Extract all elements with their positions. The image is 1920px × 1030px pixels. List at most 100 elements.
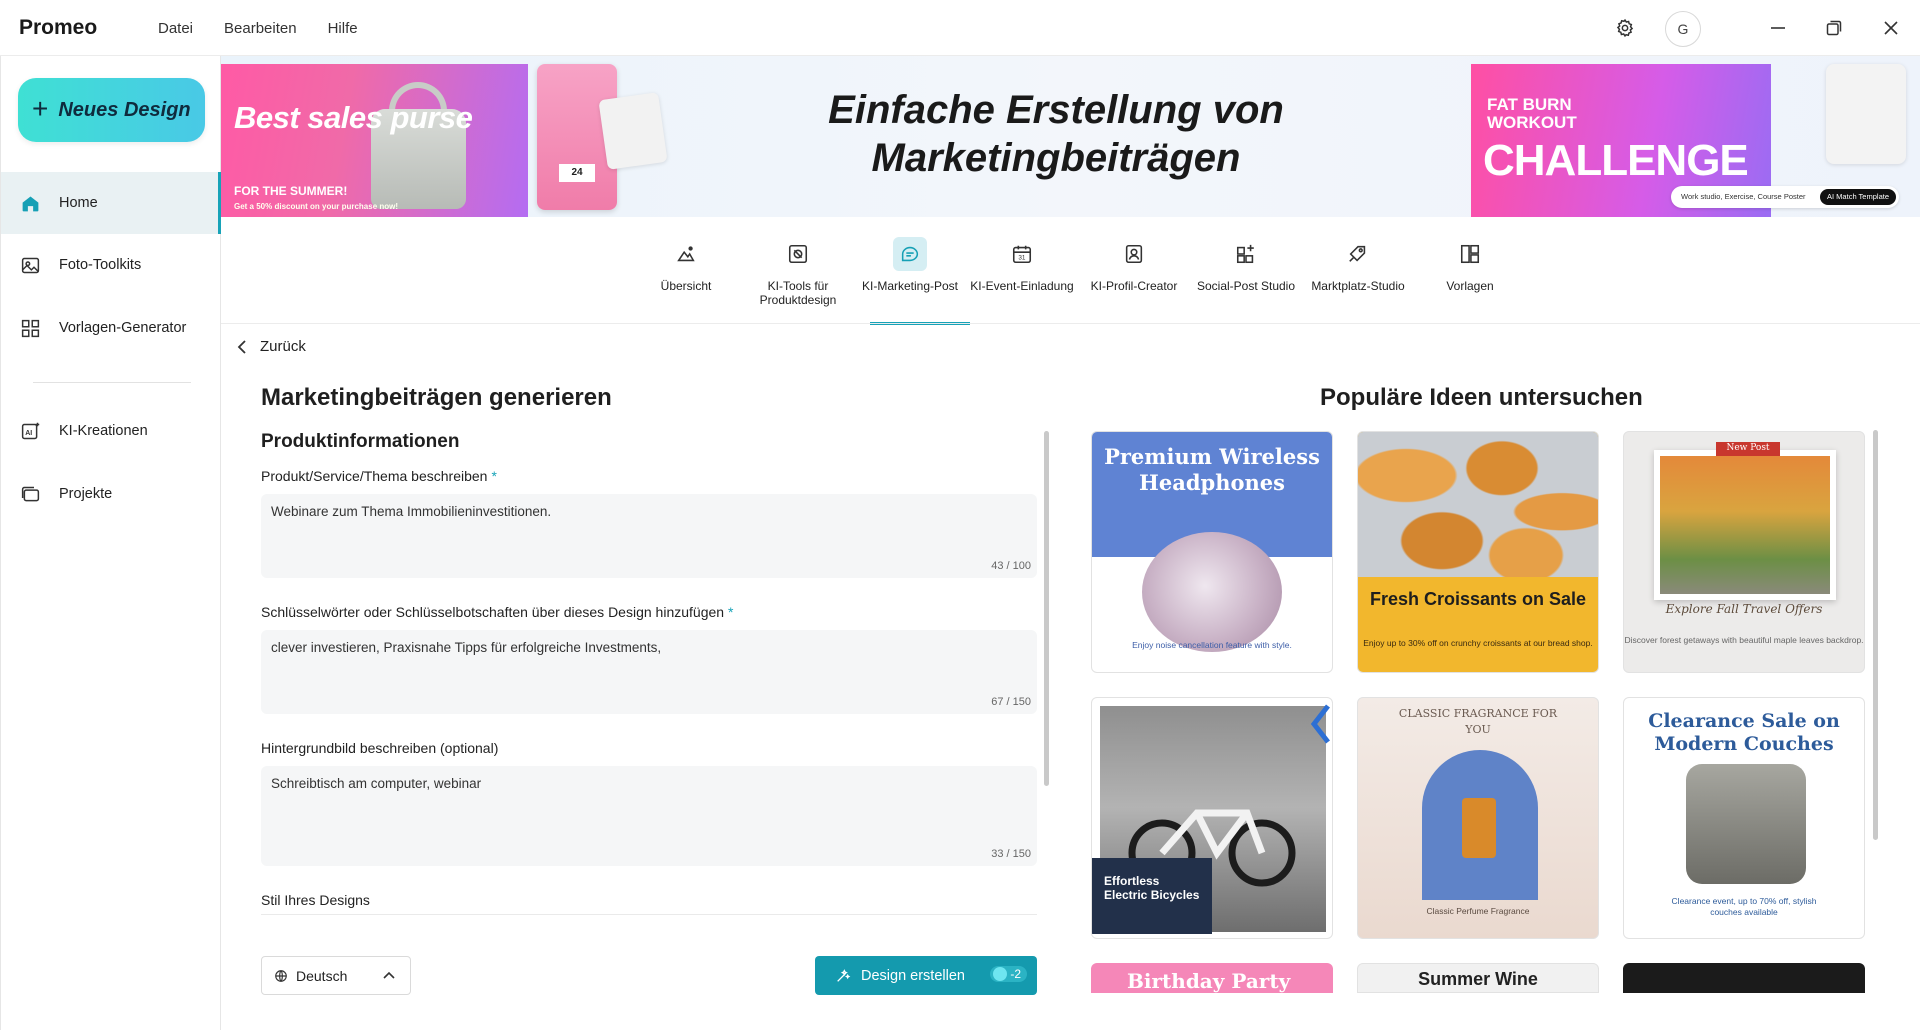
menu-datei[interactable]: Datei	[158, 20, 193, 37]
banner-title-line2: Marketingbeiträgen	[871, 136, 1241, 180]
card-title: Explore Fall Travel Offers	[1665, 602, 1823, 616]
svg-text:31: 31	[1018, 255, 1026, 262]
minimize-icon[interactable]	[1764, 14, 1792, 42]
sidebar-item-label: Projekte	[59, 486, 113, 502]
card-caption: Enjoy up to 30% off on crunchy croissant…	[1363, 638, 1593, 648]
tab-label: Vorlagen	[1446, 279, 1494, 293]
workout-line1: FAT BURN	[1487, 95, 1572, 114]
card-title: Summer Wine	[1418, 969, 1538, 989]
promo-purse-image: Best sales purse FOR THE SUMMER! Get a 5…	[221, 64, 528, 217]
card-caption: Classic Perfume Fragrance	[1426, 906, 1530, 916]
language-select[interactable]: Deutsch	[261, 956, 411, 995]
popular-ideas-title: Populäre Ideen untersuchen	[1320, 384, 1643, 411]
field-label-keywords: Schlüsselwörter oder Schlüsselbotschafte…	[261, 604, 734, 620]
magic-wand-icon	[837, 968, 851, 982]
required-marker: *	[728, 604, 734, 620]
card-title: Effortless Electric Bicycles	[1104, 874, 1200, 902]
field-value: clever investieren, Praxisnahe Tipps für…	[271, 640, 662, 655]
tab-label: KI-Event-Einladung	[970, 279, 1074, 293]
form-title: Marketingbeiträgen generieren	[261, 384, 612, 411]
field-value: Schreibtisch am computer, webinar	[271, 776, 482, 791]
menu-hilfe[interactable]: Hilfe	[328, 20, 358, 37]
menu-bearbeiten[interactable]: Bearbeiten	[224, 20, 297, 37]
banner-title-line1: Einfache Erstellung von	[828, 88, 1284, 132]
workout-thumbnail	[1826, 64, 1906, 164]
back-label: Zurück	[260, 338, 306, 355]
ai-match-pill[interactable]: Work studio, Exercise, Course Poster AI …	[1671, 186, 1899, 208]
background-description-input[interactable]: Schreibtisch am computer, webinar 33 / 1…	[261, 766, 1037, 866]
product-design-icon	[781, 237, 815, 271]
workout-headline: CHALLENGE	[1483, 136, 1749, 185]
folder-icon	[21, 486, 40, 501]
tab-label: Social-Post Studio	[1196, 279, 1296, 293]
ai-match-button[interactable]: AI Match Template	[1820, 189, 1896, 205]
restore-window-icon[interactable]	[1820, 14, 1848, 42]
keywords-input[interactable]: clever investieren, Praxisnahe Tipps für…	[261, 630, 1037, 714]
sidebar-item-home[interactable]: Home	[1, 172, 221, 234]
idea-card-bicycles[interactable]: Effortless Electric Bicycles	[1091, 697, 1333, 939]
idea-card-dark[interactable]	[1623, 963, 1865, 993]
new-post-tag-text: New Post	[1726, 443, 1770, 453]
idea-card-fragrance[interactable]: CLASSIC FRAGRANCE FOR YOU Classic Perfum…	[1357, 697, 1599, 939]
tab-marktplatz-studio[interactable]: Marktplatz-Studio	[1302, 235, 1414, 325]
close-icon[interactable]	[1877, 14, 1905, 42]
create-design-button[interactable]: Design erstellen -2	[815, 956, 1037, 995]
ai-match-tags: Work studio, Exercise, Course Poster	[1681, 192, 1806, 201]
promo-mini-card	[598, 92, 668, 170]
field-label-text: Produkt/Service/Thema beschreiben	[261, 468, 488, 484]
idea-card-couches[interactable]: Clearance Sale on Modern Couches Clearan…	[1623, 697, 1865, 939]
new-design-button[interactable]: + Neues Design	[18, 78, 205, 142]
tab-label: KI-Profil-Creator	[1090, 279, 1178, 293]
grid-icon	[21, 319, 40, 337]
workout-line2: WORKOUT	[1487, 113, 1577, 132]
idea-card-headphones[interactable]: Premium Wireless Headphones Enjoy noise …	[1091, 431, 1333, 673]
tab-label: KI-Tools für Produktdesign	[759, 279, 837, 307]
sidebar-divider	[33, 382, 191, 383]
svg-text:AI: AI	[25, 430, 32, 437]
field-label-product: Produkt/Service/Thema beschreiben *	[261, 468, 497, 484]
sidebar-item-projekte[interactable]: Projekte	[1, 463, 221, 525]
social-post-icon	[1229, 237, 1263, 271]
globe-icon	[275, 969, 287, 982]
sidebar-item-label: KI-Kreationen	[59, 423, 148, 439]
title-bar: Promeo Datei Bearbeiten Hilfe G	[0, 0, 1920, 56]
sidebar-item-foto-toolkits[interactable]: Foto-Toolkits	[1, 234, 221, 296]
chevron-accent-icon	[1310, 704, 1330, 744]
card-caption: Discover forest getaways with beautiful …	[1624, 635, 1864, 645]
sidebar-item-label: Vorlagen-Generator	[59, 320, 187, 336]
tab-ki-profil-creator[interactable]: KI-Profil-Creator	[1078, 235, 1190, 325]
sidebar-item-ki-kreationen[interactable]: AI KI-Kreationen	[1, 400, 221, 462]
product-description-input[interactable]: Webinare zum Thema Immobilieninvestition…	[261, 494, 1037, 578]
form-scrollbar[interactable]	[1044, 431, 1049, 786]
sidebar-item-vorlagen-generator[interactable]: Vorlagen-Generator	[1, 297, 221, 359]
tab-vorlagen[interactable]: Vorlagen	[1414, 235, 1526, 325]
sidebar: + Neues Design Home Foto-Toolkits Vorlag…	[0, 56, 221, 1030]
templates-icon	[1453, 237, 1487, 271]
card-title: Fresh Croissants on Sale	[1369, 589, 1587, 609]
workout-subline: FAT BURN WORKOUT	[1487, 96, 1577, 132]
card-caption: Enjoy noise cancellation feature with st…	[1132, 640, 1292, 650]
user-avatar[interactable]: G	[1665, 11, 1701, 47]
ideas-scrollbar[interactable]	[1873, 430, 1878, 840]
idea-card-croissants[interactable]: Fresh Croissants on Sale Enjoy up to 30%…	[1357, 431, 1599, 673]
card-caption: Clearance event, up to 70% off, stylish …	[1671, 896, 1817, 917]
tab-uebersicht[interactable]: Übersicht	[630, 235, 742, 325]
credit-cost-badge: -2	[990, 966, 1027, 982]
promo-note: Get a 50% discount on your purchase now!	[234, 202, 399, 211]
tab-label: Übersicht	[660, 279, 712, 293]
marketing-post-icon	[893, 237, 927, 271]
tab-ki-tools-produktdesign[interactable]: KI-Tools für Produktdesign	[742, 235, 854, 325]
settings-gear-icon[interactable]	[1611, 14, 1639, 42]
promo-card-date: 24	[559, 164, 595, 182]
cards-bottom-mask	[1085, 993, 1875, 1030]
tab-social-post-studio[interactable]: Social-Post Studio	[1190, 235, 1302, 325]
back-link[interactable]: Zurück	[236, 338, 306, 355]
card-title: Clearance Sale on Modern Couches	[1648, 710, 1840, 755]
section-title: Produktinformationen	[261, 431, 460, 452]
tab-ki-marketing-post[interactable]: KI-Marketing-Post	[854, 235, 970, 325]
idea-card-summer-wine[interactable]: Summer Wine	[1357, 963, 1599, 993]
create-design-label: Design erstellen	[861, 967, 965, 984]
idea-card-birthday[interactable]: Birthday Party	[1091, 963, 1333, 993]
tab-ki-event-einladung[interactable]: 31 KI-Event-Einladung	[966, 235, 1078, 325]
idea-card-fall-travel[interactable]: New Post Explore Fall Travel Offers Disc…	[1623, 431, 1865, 673]
